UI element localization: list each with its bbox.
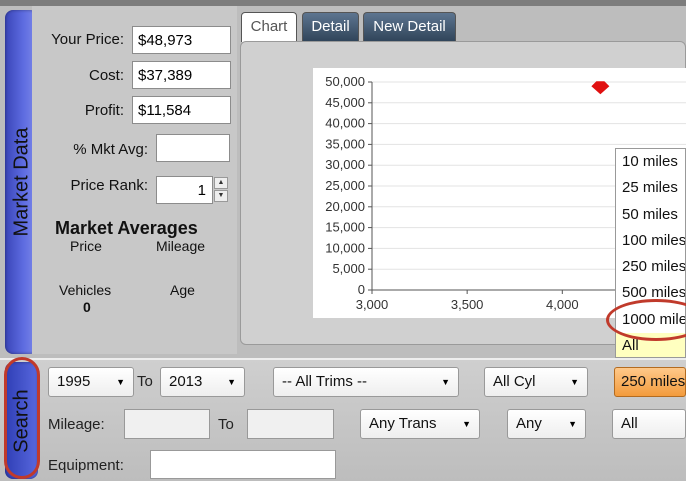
year-to-label: To [137, 373, 153, 390]
transmission-value: Any Trans [369, 415, 437, 432]
tab-chart[interactable]: Chart [241, 12, 297, 42]
mileage-from-field[interactable] [124, 409, 210, 439]
x-tick-label: 4,000 [546, 297, 579, 312]
year-to-value: 2013 [169, 373, 203, 390]
chevron-down-icon: ▼ [570, 377, 579, 387]
cost-label: Cost: [88, 67, 124, 84]
age-label: Age [170, 282, 195, 298]
pct-mkt-avg-label: % Mkt Avg: [73, 141, 148, 158]
distance-option[interactable]: 10 miles [616, 149, 685, 175]
distance-select[interactable]: 250 miles [614, 367, 686, 397]
distance-option[interactable]: 250 miles [616, 254, 685, 280]
distance-value: 250 miles [621, 373, 686, 390]
avg-mileage-label: Mileage [156, 238, 206, 254]
tab-detail[interactable]: Detail [302, 12, 359, 42]
distance-option[interactable]: 50 miles [616, 202, 685, 228]
chevron-down-icon: ▼ [568, 419, 577, 429]
y-tick-label: 35,000 [325, 136, 365, 151]
all-select[interactable]: All [612, 409, 686, 439]
profit-label: Profit: [84, 102, 124, 119]
tab-new-detail[interactable]: New Detail [363, 12, 456, 42]
x-tick-label: 3,500 [451, 297, 484, 312]
equipment-field[interactable] [150, 450, 336, 479]
equipment-label: Equipment: [48, 457, 124, 474]
mileage-to-field[interactable] [247, 409, 334, 439]
any-value: Any [516, 415, 542, 432]
year-from-value: 1995 [57, 373, 91, 390]
your-price-label: Your Price: [51, 31, 124, 48]
year-from-select[interactable]: 1995 ▼ [48, 367, 134, 397]
cylinders-value: All Cyl [493, 373, 536, 390]
spin-down-icon[interactable]: ▼ [214, 190, 228, 202]
distance-option[interactable]: 100 miles [616, 228, 685, 254]
chevron-down-icon: ▼ [227, 377, 236, 387]
y-tick-label: 0 [358, 282, 365, 297]
transmission-select[interactable]: Any Trans ▼ [360, 409, 480, 439]
mileage-to-label: To [218, 416, 234, 433]
x-tick-label: 3,000 [356, 297, 389, 312]
cost-field[interactable]: $37,389 [132, 61, 231, 89]
y-tick-label: 20,000 [325, 199, 365, 214]
y-tick-label: 30,000 [325, 157, 365, 172]
y-tick-label: 50,000 [325, 74, 365, 89]
vehicles-value: 0 [83, 299, 91, 315]
pct-mkt-avg-field[interactable] [156, 134, 230, 162]
distance-option[interactable]: 25 miles [616, 175, 685, 201]
chevron-down-icon: ▼ [116, 377, 125, 387]
y-tick-label: 25,000 [325, 178, 365, 193]
price-rank-label: Price Rank: [70, 177, 148, 194]
y-tick-label: 10,000 [325, 240, 365, 255]
avg-price-label: Price [70, 238, 102, 254]
data-point-marker [591, 81, 610, 95]
cylinders-select[interactable]: All Cyl ▼ [484, 367, 588, 397]
y-tick-label: 40,000 [325, 116, 365, 131]
price-rank-field[interactable]: 1 [156, 176, 213, 204]
all-value: All [621, 415, 638, 432]
mileage-label: Mileage: [48, 416, 105, 433]
y-tick-label: 5,000 [332, 261, 365, 276]
chevron-down-icon: ▼ [462, 419, 471, 429]
vehicles-label: Vehicles [59, 282, 112, 298]
your-price-field[interactable]: $48,973 [132, 26, 231, 54]
year-to-select[interactable]: 2013 ▼ [160, 367, 245, 397]
trims-value: -- All Trims -- [282, 373, 367, 390]
profit-field[interactable]: $11,584 [132, 96, 231, 124]
chevron-down-icon: ▼ [441, 377, 450, 387]
spin-up-icon[interactable]: ▲ [214, 177, 228, 189]
y-tick-label: 15,000 [325, 220, 365, 235]
any-select[interactable]: Any ▼ [507, 409, 586, 439]
highlight-circle-search [4, 357, 40, 479]
y-tick-label: 45,000 [325, 95, 365, 110]
trims-select[interactable]: -- All Trims -- ▼ [273, 367, 459, 397]
market-averages-title: Market Averages [55, 218, 198, 238]
